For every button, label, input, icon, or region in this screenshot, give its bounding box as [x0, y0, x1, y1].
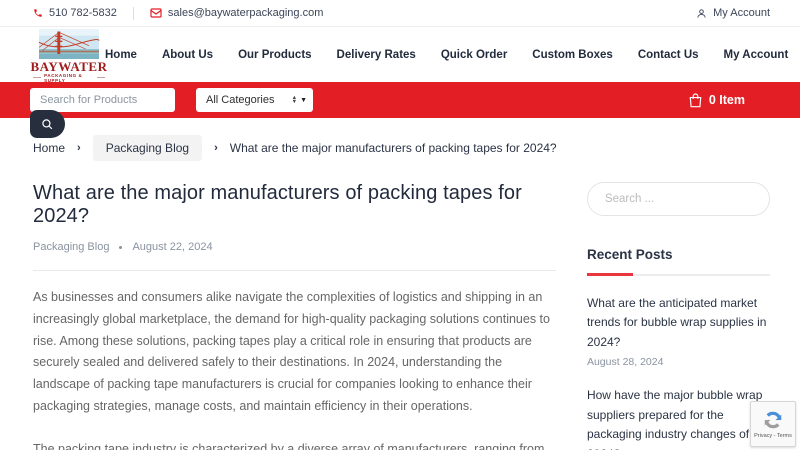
article-date: August 22, 2024 [132, 241, 213, 253]
email-link[interactable]: sales@baywaterpackaging.com [150, 7, 323, 19]
shopping-bag-icon [689, 92, 702, 108]
breadcrumb-section[interactable]: Packaging Blog [92, 135, 203, 161]
account-link[interactable]: My Account [696, 7, 770, 19]
email-icon [150, 8, 162, 18]
breadcrumb-home[interactable]: Home [33, 141, 65, 155]
article-divider [33, 270, 556, 271]
chevron-down-icon: ▼ [300, 96, 307, 104]
recaptcha-badge[interactable]: Privacy - Terms [750, 401, 796, 447]
privacy-terms-label[interactable]: Privacy - Terms [754, 433, 792, 439]
page: 510 782-5832 sales@baywaterpackaging.com… [0, 0, 800, 450]
logo-name: BAYWATER [30, 58, 108, 74]
phone-number: 510 782-5832 [49, 7, 117, 19]
site-header: BAYWATER PACKAGING & SUPPLY Home About U… [0, 27, 800, 83]
recent-posts-heading: Recent Posts [586, 247, 673, 262]
breadcrumb-current: What are the major manufacturers of pack… [229, 141, 557, 155]
nav-item-home[interactable]: Home [105, 49, 137, 61]
breadcrumb: Home › Packaging Blog › What are the maj… [33, 135, 770, 161]
logo-tagline: PACKAGING & SUPPLY [33, 73, 105, 83]
nav-item-quick-order[interactable]: Quick Order [441, 49, 507, 61]
article-category[interactable]: Packaging Blog [33, 241, 109, 253]
product-search-input[interactable] [30, 88, 175, 112]
category-select[interactable]: All Categories ▲ ▼ ▼ [196, 88, 313, 112]
user-icon [696, 8, 707, 19]
bridge-logo-image [38, 28, 100, 59]
article-paragraph: As businesses and consumers alike naviga… [33, 290, 550, 413]
main-navigation: Home About Us Our Products Delivery Rate… [105, 49, 788, 61]
page-title: What are the major manufacturers of pack… [33, 182, 522, 227]
main-area: What are the major manufacturers of pack… [0, 161, 800, 450]
sidebar: Recent Posts What are the anticipated ma… [586, 182, 770, 450]
recent-posts-underline [586, 273, 770, 276]
breadcrumb-chevron-icon: › [77, 142, 81, 154]
site-logo[interactable]: BAYWATER PACKAGING & SUPPLY [30, 28, 108, 83]
article-body: As businesses and consumers alike naviga… [33, 287, 556, 450]
recent-post-link[interactable]: What are the anticipated market trends f… [587, 294, 770, 352]
nav-item-about-us[interactable]: About Us [162, 49, 213, 61]
recent-post-date: August 28, 2024 [586, 356, 664, 369]
nav-item-custom-boxes[interactable]: Custom Boxes [532, 49, 613, 61]
cart-count-label: 0 Item [708, 93, 745, 107]
phone-icon [33, 8, 43, 18]
shop-bar: All Categories ▲▼ ▼ 0 Item [0, 82, 800, 118]
sort-arrows-icon: ▲ ▼ [291, 95, 298, 105]
nav-item-our-products[interactable]: Our Products [238, 49, 311, 61]
blog-search-input[interactable] [586, 182, 770, 216]
recent-post-item: What are the anticipated market trends f… [587, 294, 770, 368]
email-address: sales@baywaterpackaging.com [167, 7, 324, 19]
contact-info: 510 782-5832 sales@baywaterpackaging.com [33, 6, 323, 20]
meta-dot [119, 245, 123, 249]
recent-post-link[interactable]: How have the major bubble wrap suppliers… [587, 386, 770, 450]
article: What are the major manufacturers of pack… [33, 182, 556, 450]
recent-post-item: How have the major bubble wrap suppliers… [587, 386, 770, 450]
search-icon [42, 118, 53, 129]
account-label: My Account [713, 7, 770, 19]
top-bar: 510 782-5832 sales@baywaterpackaging.com… [0, 0, 800, 27]
cart-button[interactable]: 0 Item [689, 92, 745, 108]
category-selected-value: All Categories [206, 94, 275, 106]
topbar-divider [132, 6, 134, 20]
recaptcha-icon [764, 411, 782, 429]
phone-link[interactable]: 510 782-5832 [33, 7, 117, 19]
nav-item-my-account[interactable]: My Account [724, 49, 789, 61]
nav-item-contact-us[interactable]: Contact Us [638, 49, 699, 61]
article-paragraph: The packing tape industry is characteriz… [33, 441, 545, 450]
article-meta: Packaging Blog August 22, 2024 [33, 241, 556, 253]
breadcrumb-chevron-icon: › [214, 142, 218, 154]
nav-item-delivery-rates[interactable]: Delivery Rates [337, 49, 416, 61]
search-toggle-button[interactable] [30, 110, 65, 138]
